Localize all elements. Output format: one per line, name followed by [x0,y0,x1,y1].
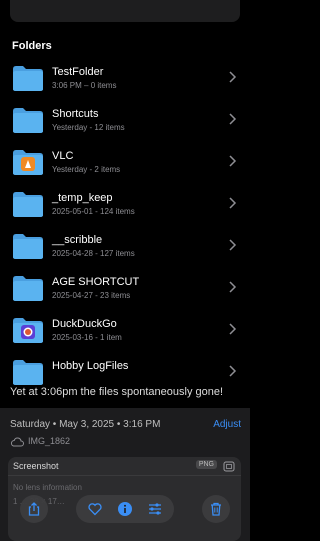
section-title: Folders [12,40,52,52]
photo-date: Saturday • May 3, 2025 • 3:16 PM [10,419,161,430]
folder-meta: 3:06 PM – 0 items [52,81,117,90]
format-badge: PNG [195,460,217,469]
folder-icon [13,234,43,259]
folder-name: VLC [52,150,74,162]
heart-icon[interactable] [87,501,103,517]
folder-row[interactable]: _temp_keep 2025-05-01 - 124 items [0,185,250,227]
chevron-right-icon [229,71,237,83]
adjust-sliders-icon[interactable] [147,501,163,517]
info-icon[interactable] [117,501,133,517]
folder-name: TestFolder [52,66,104,78]
folder-icon [13,108,43,133]
folder-row[interactable]: TestFolder 3:06 PM – 0 items [0,59,250,101]
folder-name: Shortcuts [52,108,99,120]
folder-meta: Yesterday - 2 items [52,165,121,174]
folder-name: __scribble [52,234,103,246]
bottom-toolbar [0,488,250,541]
chevron-right-icon [229,113,237,125]
folder-name: Hobby LogFiles [52,360,129,372]
folder-name: _temp_keep [52,192,113,204]
chevron-right-icon [229,239,237,251]
chevron-right-icon [229,365,237,377]
vlc-app-folder-icon [13,150,43,175]
card-title: Screenshot [13,461,59,471]
share-icon [28,502,40,516]
folder-meta: Yesterday - 12 items [52,123,125,132]
folder-icon [13,66,43,91]
trash-icon [211,502,221,516]
chevron-right-icon [229,281,237,293]
folder-row[interactable]: DuckDuckGo 2025-03-16 - 1 item [0,311,250,353]
chevron-right-icon [229,323,237,335]
folder-row[interactable]: Shortcuts Yesterday - 12 items [0,101,250,143]
chevron-right-icon [229,155,237,167]
folder-row[interactable]: AGE SHORTCUT 2025-04-27 - 23 items [0,269,250,311]
search-bar-edge [10,0,240,22]
folder-icon [13,192,43,217]
chevron-right-icon [229,197,237,209]
folder-meta: 2025-04-27 - 23 items [52,291,131,300]
folder-name: DuckDuckGo [52,318,117,330]
share-button[interactable] [20,495,48,523]
adjust-button[interactable]: Adjust [213,419,241,430]
cloud-icon [10,437,24,447]
folder-name: AGE SHORTCUT [52,276,140,288]
folder-meta: 2025-05-01 - 124 items [52,207,135,216]
folder-icon [13,276,43,301]
folder-row[interactable]: VLC Yesterday - 2 items [0,143,250,185]
folder-meta: 2025-03-16 - 1 item [52,333,122,342]
folder-icon [13,360,43,385]
photo-caption: Yet at 3:06pm the files spontaneously go… [10,386,224,398]
image-settings-icon[interactable] [223,461,235,472]
folder-meta: 2025-04-28 - 127 items [52,249,135,258]
folder-row[interactable]: __scribble 2025-04-28 - 127 items [0,227,250,269]
filename: IMG_1862 [28,436,71,446]
delete-button[interactable] [202,495,230,523]
card-header: Screenshot PNG [8,457,241,476]
duckduckgo-app-folder-icon [13,318,43,343]
action-pill [76,495,174,523]
